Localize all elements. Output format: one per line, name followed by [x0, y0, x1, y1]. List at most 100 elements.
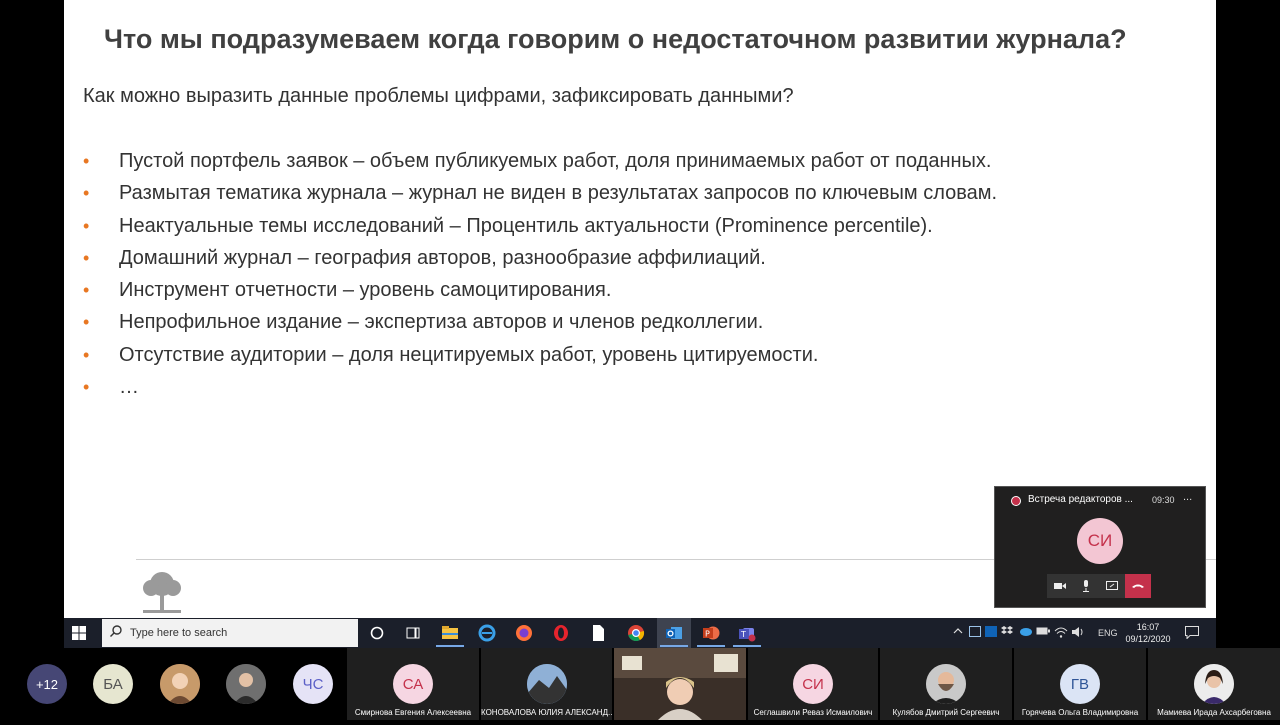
bullet-marker: •	[83, 215, 90, 236]
outlook-tray-icon[interactable]	[985, 626, 997, 637]
participant-photo[interactable]	[226, 664, 266, 704]
task-view-icon[interactable]	[404, 624, 422, 642]
battery-icon[interactable]	[1036, 626, 1050, 636]
bullet-text: Размытая тематика журнала – журнал не ви…	[119, 182, 998, 205]
bullet-text: Пустой портфель заявок – объем публикуем…	[119, 150, 992, 172]
camera-button[interactable]	[1047, 574, 1073, 598]
overflow-participants-button[interactable]: +12	[27, 664, 67, 704]
participant-avatar: ГВ	[1060, 664, 1100, 704]
bullet-item: • Неактуальные темы исследований – Процен…	[83, 213, 997, 245]
participant-video-tile[interactable]	[614, 648, 746, 720]
bullet-marker: •	[83, 280, 90, 301]
bullet-marker: •	[83, 247, 90, 268]
participant-photo	[926, 664, 966, 704]
share-screen-button[interactable]	[1099, 574, 1125, 598]
participant-photo-image	[926, 664, 966, 704]
bullet-marker: •	[83, 344, 90, 365]
participant-avatar[interactable]: ЧС	[293, 664, 333, 704]
svg-text:P: P	[705, 630, 710, 639]
bullet-item: • Непрофильное издание – экспертиза автор…	[83, 309, 997, 341]
participant-name: Горячева Ольга Владимировна	[1021, 708, 1139, 717]
participant-tile[interactable]: ГВ Горячева Ольга Владимировна	[1014, 648, 1146, 720]
participant-tile[interactable]: Кулябов Дмитрий Сергеевич	[880, 648, 1012, 720]
cortana-icon[interactable]	[368, 624, 386, 642]
bullet-text: Домашний журнал – география авторов, раз…	[119, 246, 766, 269]
wifi-icon[interactable]	[1054, 626, 1068, 638]
clock-time: 16:07	[1136, 622, 1160, 632]
active-app-indicator	[660, 645, 688, 647]
microphone-button[interactable]	[1073, 574, 1099, 598]
bullet-text: Отсутствие аудитории – доля нецитируемых…	[119, 343, 819, 366]
outlook-icon[interactable]	[665, 624, 683, 642]
search-icon	[110, 625, 122, 637]
participant-photo	[527, 664, 567, 704]
onedrive-icon[interactable]	[1018, 626, 1032, 636]
chrome-icon[interactable]	[627, 624, 645, 642]
bullet-text: Инструмент отчетности – уровень самоцити…	[119, 279, 612, 302]
tray-app-icon[interactable]	[969, 626, 981, 637]
meeting-title[interactable]: Встреча редакторов ...	[1028, 494, 1143, 505]
dropbox-icon[interactable]	[1001, 626, 1013, 637]
powerpoint-icon[interactable]: P	[702, 624, 720, 642]
hang-up-icon	[1132, 584, 1144, 588]
participant-name: Сеглашвили Реваз Исмаилович	[753, 708, 873, 717]
volume-icon[interactable]	[1072, 626, 1086, 638]
system-clock[interactable]: 16:07 09/12/2020	[1122, 621, 1174, 645]
participant-tile[interactable]: СИ Сеглашвили Реваз Исмаилович	[748, 648, 878, 720]
participant-avatar: СИ	[793, 664, 833, 704]
bullet-text: Непрофильное издание – экспертиза авторо…	[119, 311, 764, 334]
notifications-icon[interactable]	[1185, 626, 1199, 639]
participant-tile[interactable]: КОНОВАЛОВА ЮЛИЯ АЛЕКСАНД...	[481, 648, 612, 720]
slide-title: Что мы подразумеваем когда говорим о нед…	[104, 24, 1127, 54]
participant-photo[interactable]	[160, 664, 200, 704]
bullet-marker: •	[83, 312, 90, 333]
participant-photo-image	[226, 664, 266, 704]
clock-date: 09/12/2020	[1125, 634, 1171, 644]
meeting-duration: 09:30	[1152, 495, 1175, 505]
participant-avatar: СА	[393, 664, 433, 704]
bullet-item: • Размытая тематика журнала – журнал не в…	[83, 180, 997, 212]
bullet-marker: •	[83, 377, 90, 398]
bullet-item: • Отсутствие аудитории – доля нецитируемы…	[83, 342, 997, 374]
bullet-marker: •	[83, 183, 90, 204]
participants-strip: +12 БА ЧС СА Смирнова Евгения Алексеевна…	[0, 648, 1280, 720]
opera-icon[interactable]	[552, 624, 570, 642]
windows-start-icon[interactable]	[72, 626, 86, 640]
recording-icon	[1011, 496, 1021, 506]
meeting-mini-window[interactable]: Встреча редакторов ... 09:30 ... СИ	[994, 486, 1206, 608]
participant-name: КОНОВАЛОВА ЮЛИЯ АЛЕКСАНД...	[481, 708, 612, 717]
firefox-icon[interactable]	[515, 624, 533, 642]
internet-explorer-icon[interactable]	[478, 624, 496, 642]
hang-up-button[interactable]	[1125, 574, 1151, 598]
camera-icon	[1054, 583, 1066, 589]
bullet-text: …	[119, 376, 139, 399]
participant-photo-image	[1194, 664, 1234, 704]
microphone-icon	[1083, 580, 1089, 592]
active-app-indicator	[733, 645, 761, 647]
elsevier-tree-logo	[137, 570, 187, 616]
participant-photo-image	[527, 664, 567, 704]
meeting-controls	[1047, 574, 1151, 598]
active-app-indicator	[436, 645, 464, 647]
bullet-marker: •	[83, 151, 90, 171]
participant-tile[interactable]: Мамиева Ирада Ахсарбеговна	[1148, 648, 1280, 720]
more-options-button[interactable]: ...	[1183, 491, 1192, 503]
bullet-list: • Пустой портфель заявок – объем публикуе…	[83, 148, 997, 406]
participant-name: Мамиева Ирада Ахсарбеговна	[1157, 708, 1271, 717]
participant-photo-image	[160, 664, 200, 704]
taskbar-search-box[interactable]: Type here to search	[102, 619, 358, 647]
participant-avatar[interactable]: БА	[93, 664, 133, 704]
participant-name: Смирнова Евгения Алексеевна	[354, 708, 472, 717]
chevron-up-icon[interactable]	[953, 626, 963, 636]
file-explorer-icon[interactable]	[441, 624, 459, 642]
language-indicator[interactable]: ENG	[1098, 628, 1118, 638]
bullet-item: •…	[83, 374, 997, 406]
windows-taskbar: Type here to search P T ENG 16:07 09/12/…	[64, 618, 1216, 648]
bullet-item: • Пустой портфель заявок – объем публикуе…	[83, 148, 997, 180]
teams-icon[interactable]: T	[738, 624, 756, 642]
participant-tile[interactable]: СА Смирнова Евгения Алексеевна	[347, 648, 479, 720]
share-screen-icon	[1106, 581, 1118, 590]
participant-photo	[1194, 664, 1234, 704]
search-placeholder: Type here to search	[130, 627, 228, 639]
file-icon[interactable]	[589, 624, 607, 642]
